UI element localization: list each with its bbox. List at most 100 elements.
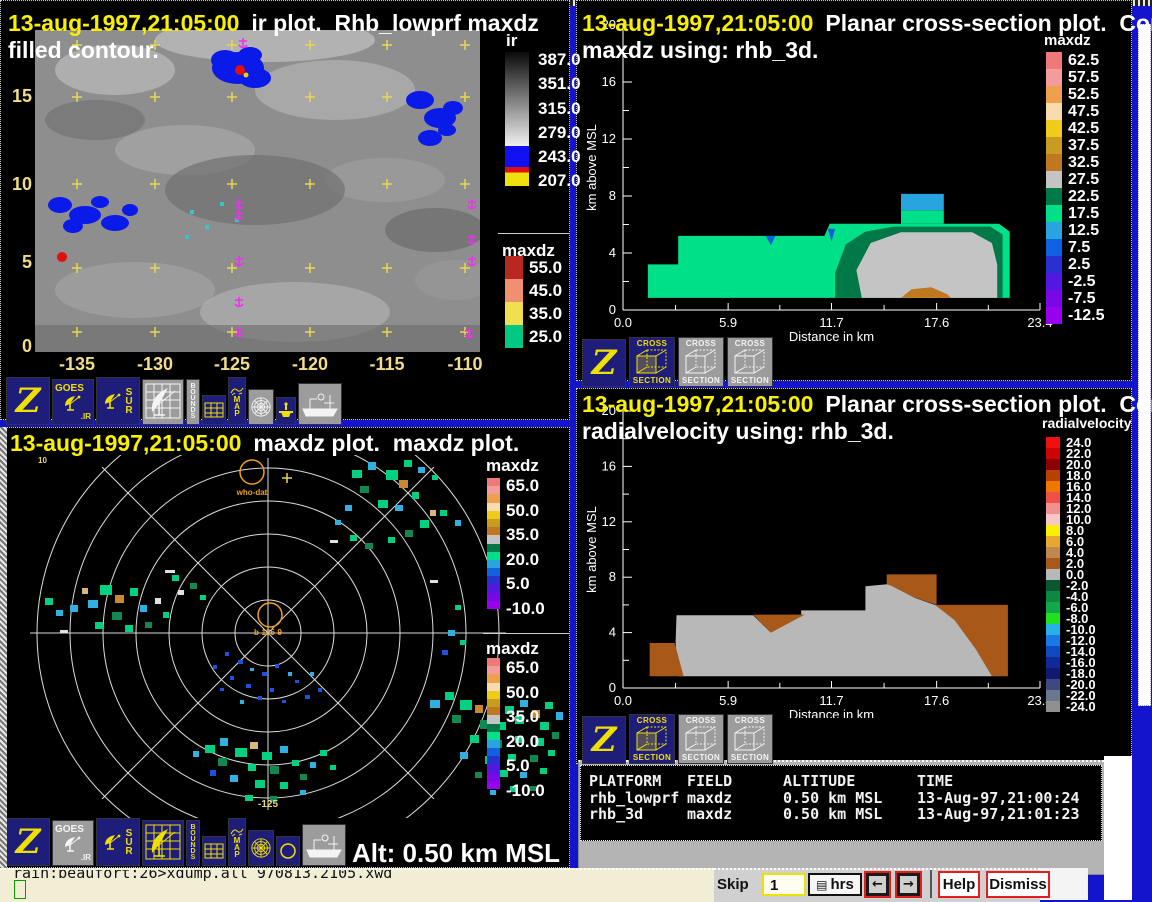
svg-text:17.6: 17.6: [924, 315, 949, 330]
help-button[interactable]: Help: [938, 871, 980, 898]
goes-ir-button[interactable]: GOES.IR: [52, 820, 94, 866]
colorbar-entry: 37.5: [1046, 137, 1104, 154]
colorbar-swatch: [487, 699, 500, 707]
cross-section-button[interactable]: CROSSSECTION: [678, 337, 724, 387]
colorbar-entry: 17.5: [1046, 205, 1104, 222]
lon-tick-label: -110: [439, 354, 491, 375]
tl-maxdz-colorbar: 55.045.035.025.0: [505, 256, 562, 348]
window-edge-stipple: [0, 427, 7, 900]
colorbar-swatch: [487, 503, 500, 511]
svg-text:5.9: 5.9: [719, 693, 737, 708]
background-scrollbar[interactable]: [1138, 24, 1151, 706]
colorbar-swatch: [487, 666, 500, 674]
cross-section-button[interactable]: CROSSSECTION: [727, 714, 773, 764]
ship-center-marker: [258, 603, 282, 627]
zebra-logo[interactable]: Z: [582, 339, 626, 387]
colorbar-entry: -2.5: [1046, 273, 1104, 290]
colorbar-entry: 62.5: [1046, 52, 1104, 69]
bl-colorbar1-label: maxdz: [486, 456, 539, 476]
colorbar-entry: 35.0: [505, 302, 562, 325]
polar-grid-button[interactable]: [248, 389, 274, 425]
svg-text:12: 12: [602, 514, 616, 529]
bl-colorbar2-values: 65.050.035.020.05.0-10.0: [506, 656, 545, 804]
colorbar-swatch: [487, 544, 500, 552]
colorbar-swatch: [487, 764, 500, 772]
colorbar-value: 35.0: [506, 705, 545, 730]
colorbar-swatch: [487, 552, 500, 560]
svg-text:8: 8: [609, 188, 616, 203]
colorbar-swatch: [487, 674, 500, 682]
step-back-button[interactable]: ←: [864, 871, 891, 898]
colorbar-swatch: [487, 486, 500, 494]
satellite-image: [35, 30, 480, 352]
colorbar-value: -10.0: [506, 597, 545, 622]
tl-subtitle: filled contour.: [8, 37, 159, 64]
zebra-logo[interactable]: Z: [6, 377, 50, 425]
colorbar-entry: -12.5: [1046, 307, 1104, 324]
dismiss-button[interactable]: Dismiss: [986, 871, 1050, 898]
lon-tick-label: -130: [129, 354, 181, 375]
buoy-button[interactable]: [276, 397, 296, 425]
colorbar-entry: 12.5: [1046, 222, 1104, 239]
table-header: FIELD: [687, 772, 732, 790]
cross-section-button[interactable]: CROSSSECTION: [629, 714, 675, 764]
colorbar-value: 279.0: [538, 121, 581, 145]
arrow-right-icon: →: [900, 876, 917, 893]
map-button[interactable]: MAP: [228, 377, 246, 425]
colorbar-swatch: [487, 740, 500, 748]
table-header: PLATFORM: [589, 772, 661, 790]
terminal-window[interactable]: rain:beaufort:26>xdump.all 970813.2105.x…: [0, 868, 714, 902]
grid-radar-button[interactable]: [142, 820, 184, 866]
ship-button[interactable]: [298, 383, 342, 425]
colorbar-entry: 7.5: [1046, 239, 1104, 256]
bounds-button[interactable]: BOUNDS: [186, 820, 200, 866]
colorbar-swatch: [487, 584, 500, 592]
bl-toolbar: ZGOES.IRSUR BOUNDS MAP: [6, 818, 346, 866]
y-axis-label: km above MSL: [584, 124, 599, 211]
colorbar-value: 5.0: [506, 754, 545, 779]
colorbar-entry: 47.5: [1046, 103, 1104, 120]
zebra-logo[interactable]: Z: [6, 818, 50, 866]
bounds-button[interactable]: BOUNDS: [186, 379, 200, 425]
cross-section-button[interactable]: CROSSSECTION: [629, 337, 675, 387]
goes-ir-button[interactable]: GOES.IR: [52, 379, 94, 425]
tr-colorbar: 62.557.552.547.542.537.532.527.522.517.5…: [1046, 52, 1104, 324]
radar-lon-label: -125: [258, 799, 278, 810]
sur-button[interactable]: SUR: [96, 818, 140, 866]
map-button[interactable]: MAP: [228, 818, 246, 866]
lon-tick-label: -115: [361, 354, 413, 375]
colorbar-swatch: [487, 715, 500, 723]
colorbar-swatch: [487, 691, 500, 699]
grid-small-button[interactable]: [202, 395, 226, 425]
altitude-readout: Alt: 0.50 km MSL: [352, 838, 560, 869]
colorbar-entry: -24.0: [1046, 701, 1096, 712]
circle-button[interactable]: [276, 836, 300, 866]
svg-text:8: 8: [609, 569, 616, 584]
skip-input[interactable]: 1: [762, 873, 806, 896]
step-forward-button[interactable]: →: [895, 871, 922, 898]
bl-colorbar1-swatches: [487, 478, 500, 609]
tr-subtitle: maxdz using: rhb_3d.: [582, 37, 818, 64]
colorbar-value: 35.0: [506, 523, 545, 548]
terminal-cursor: [14, 880, 26, 899]
ir-colorbar-values: 387.0351.0315.0279.0243.0207.0: [538, 48, 581, 194]
colorbar-swatch: [487, 593, 500, 601]
colorbar-swatch: [487, 535, 500, 543]
platform-status-table: PLATFORMFIELDALTITUDETIMErhb_lowprfmaxdz…: [580, 765, 1102, 841]
colorbar-swatch: [487, 724, 500, 732]
sur-button[interactable]: SUR: [96, 377, 140, 425]
table-header: ALTITUDE: [783, 772, 855, 790]
grid-radar-button[interactable]: [142, 379, 184, 425]
cross-section-button[interactable]: CROSSSECTION: [727, 337, 773, 387]
colorbar-swatch: [487, 494, 500, 502]
cross-section-button[interactable]: CROSSSECTION: [678, 714, 724, 764]
tr-toolbar: ZCROSSSECTIONCROSSSECTIONCROSSSECTION: [582, 337, 773, 387]
zebra-logo[interactable]: Z: [582, 716, 626, 764]
ship-button[interactable]: [302, 824, 346, 866]
polar-grid-button[interactable]: [248, 830, 274, 866]
grid-small-button[interactable]: [202, 836, 226, 866]
lon-tick-label: -135: [51, 354, 103, 375]
hrs-button[interactable]: ▤ hrs: [808, 873, 862, 896]
tr-title: 13-aug-1997,21:05:00Planar cross-section…: [582, 10, 1152, 37]
bl-colorbar1-values: 65.050.035.020.05.0-10.0: [506, 474, 545, 622]
